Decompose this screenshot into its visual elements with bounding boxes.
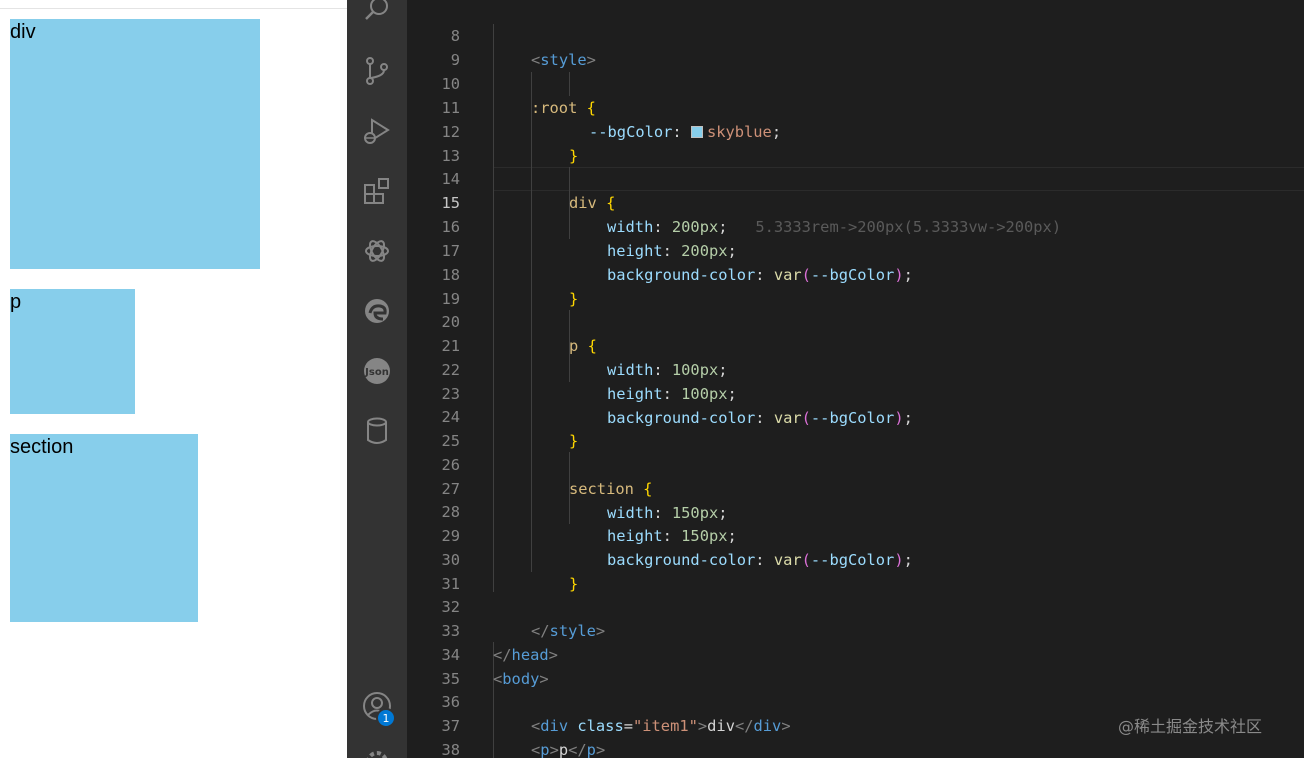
code-line: 15 width: 200px; 5.3333rem->200px(5.3333…: [407, 167, 1304, 236]
code-line: 29 background-color: var(--bgColor);: [407, 500, 1304, 569]
code-line: 39: [407, 738, 1304, 758]
run-debug-icon[interactable]: [361, 115, 393, 147]
openai-icon[interactable]: [361, 235, 393, 267]
code-line: 19: [407, 263, 1304, 308]
code-line: 10 :root {: [407, 48, 1304, 117]
code-line: 30 }: [407, 524, 1304, 593]
search-icon[interactable]: [361, 0, 393, 26]
json-icon[interactable]: Json: [361, 355, 393, 387]
code-line: 9: [407, 24, 1304, 69]
browser-preview: div p section: [0, 0, 347, 758]
activity-bar: Json: [347, 0, 407, 758]
code-line: 21 width: 100px;: [407, 310, 1304, 379]
preview-section-box: section: [10, 434, 198, 622]
code-line: 23 background-color: var(--bgColor);: [407, 358, 1304, 427]
database-icon[interactable]: [361, 415, 393, 447]
code-line: 28 height: 150px;: [407, 476, 1304, 545]
code-line: 33 </head>: [407, 595, 1304, 664]
code-line: 22 height: 100px;: [407, 334, 1304, 403]
code-line: 25: [407, 405, 1304, 450]
code-line: 34 <body>: [407, 619, 1304, 688]
watermark: @稀土掘金技术社区: [1118, 717, 1263, 736]
code-line: 11 --bgColor: skyblue;: [407, 72, 1304, 141]
code-line: 8 <style>: [407, 0, 1304, 69]
code-line: 26 section {: [407, 429, 1304, 498]
code-line: 36 <div class="item1">div</div>: [407, 666, 1304, 735]
code-line: 35: [407, 643, 1304, 688]
code-line: 12 }: [407, 96, 1304, 165]
code-line: 18 }: [407, 239, 1304, 308]
preview-div-box: div: [10, 19, 260, 269]
code-line: 32 </style>: [407, 571, 1304, 640]
code-line: 13: [407, 120, 1304, 165]
code-line: 37 <p>p</p>: [407, 690, 1304, 758]
code-line: 20 p {: [407, 286, 1304, 355]
code-line: 16 height: 200px;: [407, 191, 1304, 260]
code-line: 17 background-color: var(--bgColor);: [407, 215, 1304, 284]
edge-icon[interactable]: [361, 295, 393, 327]
settings-icon[interactable]: [361, 746, 393, 758]
code-line: 24 }: [407, 381, 1304, 450]
code-line: 14 div {: [407, 143, 1304, 212]
account-badge: 1: [376, 708, 396, 728]
preview-top-border: [0, 8, 347, 9]
svg-text:Json: Json: [364, 367, 389, 378]
code-editor[interactable]: 8 <style> 9 10 :root { 11 --bgColor: sky…: [407, 0, 1304, 758]
code-line: 27 width: 150px;: [407, 453, 1304, 522]
extensions-icon[interactable]: [361, 175, 393, 207]
preview-p-box: p: [10, 289, 135, 414]
source-control-icon[interactable]: [361, 55, 393, 87]
code-line: 31: [407, 548, 1304, 593]
